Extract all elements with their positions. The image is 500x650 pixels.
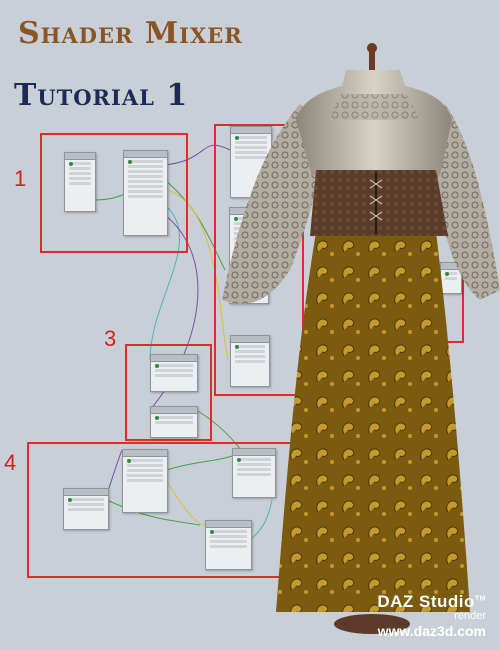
daz-studio-logo: DAZ StudioTM render www.daz3d.com: [346, 592, 486, 642]
logo-tm: TM: [474, 595, 486, 603]
tutorial-cover: Shader Mixer Tutorial 1 1 3 4 DAZ Studio…: [0, 0, 500, 650]
logo-brand: DAZ Studio: [377, 592, 475, 611]
costume-render: [222, 43, 500, 634]
logo-url[interactable]: www.daz3d.com: [346, 623, 486, 639]
